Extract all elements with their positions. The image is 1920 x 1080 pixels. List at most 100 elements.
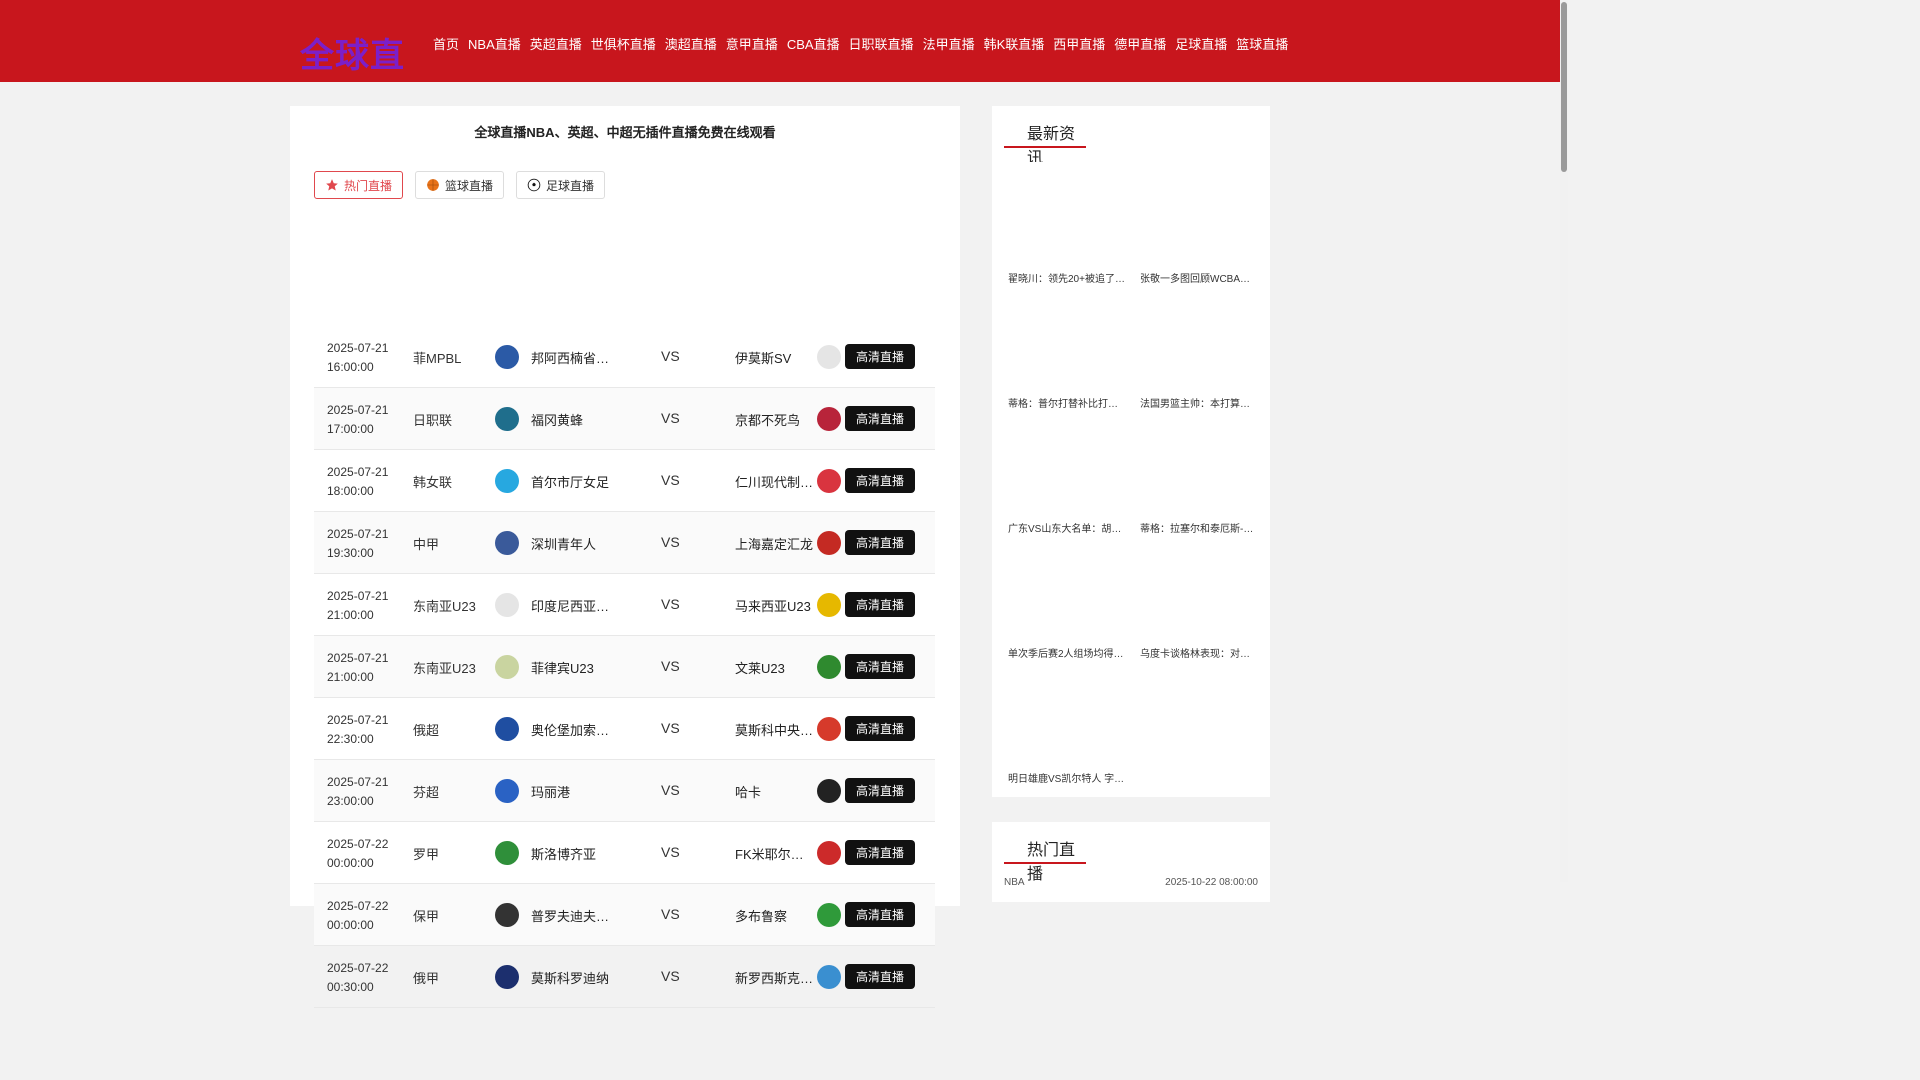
away-team-name[interactable]: 仁川现代制…: [735, 472, 815, 491]
hot-live-item[interactable]: NBA 2025-10-22 08:00:00: [1004, 877, 1258, 888]
match-row[interactable]: 2025-07-22 00:30:00 俄甲 莫斯科罗迪纳 VS 新罗西斯克… 高清直播: [314, 946, 935, 1008]
home-team-name[interactable]: 邦阿西楠省…: [531, 348, 611, 367]
home-team-name[interactable]: 斯洛博齐亚: [531, 844, 611, 863]
news-item[interactable]: 蒂格：普尔打替补比打首…: [1004, 287, 1126, 412]
away-team-name[interactable]: 上海嘉定汇龙: [735, 534, 815, 553]
home-team-name[interactable]: 玛丽港: [531, 782, 611, 801]
news-thumbnail[interactable]: [1136, 287, 1258, 391]
away-team-name[interactable]: 莫斯科中央…: [735, 720, 815, 739]
match-row[interactable]: 2025-07-21 17:00:00 日职联 福冈黄蜂 VS 京都不死鸟 高清直播: [314, 388, 935, 450]
site-logo[interactable]: 全球直: [300, 28, 405, 77]
watch-hd-button[interactable]: 高清直播: [845, 840, 915, 865]
news-item[interactable]: 广东VS山东大名单：胡明…: [1004, 412, 1126, 537]
news-title[interactable]: 蒂格：普尔打替补比打首…: [1008, 395, 1126, 410]
watch-hd-button[interactable]: 高清直播: [845, 778, 915, 803]
home-team-name[interactable]: 奥伦堡加索…: [531, 720, 611, 739]
tab-soccer[interactable]: 足球直播: [516, 171, 606, 199]
nav-link[interactable]: NBA直播: [468, 34, 521, 53]
match-row[interactable]: 2025-07-21 16:00:00 菲MPBL 邦阿西楠省… VS 伊莫斯SV 高清直播: [314, 326, 935, 388]
nav-link[interactable]: 足球直播: [1175, 34, 1227, 53]
watch-hd-button[interactable]: 高清直播: [845, 902, 915, 927]
news-thumbnail[interactable]: [1004, 287, 1126, 391]
nav-link[interactable]: 德甲直播: [1114, 34, 1166, 53]
home-team-name[interactable]: 印度尼西亚…: [531, 596, 611, 615]
page-scrollbar[interactable]: [1560, 0, 1568, 882]
nav-link[interactable]: CBA直播: [787, 34, 840, 53]
news-title[interactable]: 蒂格：拉塞尔和泰厄斯-琼…: [1140, 520, 1258, 535]
news-item[interactable]: 乌度卡谈格林表现：对自…: [1136, 537, 1258, 662]
match-row[interactable]: 2025-07-21 21:00:00 东南亚U23 印度尼西亚… VS 马来西亚U23 高…: [314, 574, 935, 636]
news-thumbnail[interactable]: [1136, 162, 1258, 266]
tab-basketball[interactable]: 篮球直播: [415, 171, 505, 199]
news-item[interactable]: 法国男篮主帅：本打算派…: [1136, 287, 1258, 412]
news-title[interactable]: 翟晓川：领先20+被追了…: [1008, 270, 1126, 285]
away-team-name[interactable]: 京都不死鸟: [735, 410, 815, 429]
watch-hd-button[interactable]: 高清直播: [845, 344, 915, 369]
away-team-name[interactable]: 哈卡: [735, 782, 815, 801]
league-name: 东南亚U23: [413, 599, 476, 614]
nav-link[interactable]: 意甲直播: [726, 34, 778, 53]
home-team-name[interactable]: 普罗夫迪夫…: [531, 906, 611, 925]
league-name: 罗甲: [413, 847, 440, 862]
league-name: 日职联: [413, 413, 453, 428]
news-thumbnail[interactable]: [1136, 412, 1258, 516]
away-team-logo-icon: [817, 841, 841, 865]
nav-link[interactable]: 英超直播: [530, 34, 582, 53]
nav-link[interactable]: 日职联直播: [849, 34, 914, 53]
away-team-name[interactable]: 多布鲁察: [735, 906, 815, 925]
nav-link[interactable]: 韩K联直播: [984, 34, 1045, 53]
match-clock: 00:00:00: [327, 856, 374, 870]
nav-link[interactable]: 澳超直播: [665, 34, 717, 53]
home-team-name[interactable]: 福冈黄蜂: [531, 410, 611, 429]
news-thumbnail[interactable]: [1004, 162, 1126, 266]
match-row[interactable]: 2025-07-21 19:30:00 中甲 深圳青年人 VS 上海嘉定汇龙 高清直播: [314, 512, 935, 574]
match-row[interactable]: 2025-07-22 00:00:00 罗甲 斯洛博齐亚 VS FK米耶尔库… 高清直播: [314, 822, 935, 884]
news-thumbnail[interactable]: [1004, 537, 1126, 641]
match-row[interactable]: 2025-07-21 23:00:00 芬超 玛丽港 VS 哈卡 高清直播: [314, 760, 935, 822]
watch-hd-button[interactable]: 高清直播: [845, 964, 915, 989]
news-item[interactable]: 张敬一多图回顾WCBA全…: [1136, 162, 1258, 287]
news-title[interactable]: 单次季后赛2人组场均得…: [1008, 645, 1126, 660]
news-thumbnail[interactable]: [1004, 662, 1126, 766]
news-title[interactable]: 法国男篮主帅：本打算派…: [1140, 395, 1258, 410]
nav-link[interactable]: 首页: [433, 34, 459, 53]
news-panel: 最新资讯 翟晓川：领先20+被追了… 张敬一多图回顾WCBA全… 蒂格：普尔打替补比…: [992, 106, 1270, 797]
news-title[interactable]: 张敬一多图回顾WCBA全…: [1140, 270, 1258, 285]
watch-hd-button[interactable]: 高清直播: [845, 654, 915, 679]
watch-hd-button[interactable]: 高清直播: [845, 468, 915, 493]
watch-hd-button[interactable]: 高清直播: [845, 716, 915, 741]
news-item[interactable]: 单次季后赛2人组场均得…: [1004, 537, 1126, 662]
away-team-name[interactable]: 新罗西斯克…: [735, 968, 815, 987]
nav-link[interactable]: 篮球直播: [1236, 34, 1288, 53]
match-row[interactable]: 2025-07-22 00:00:00 保甲 普罗夫迪夫… VS 多布鲁察 高清直播: [314, 884, 935, 946]
away-team-name[interactable]: 伊莫斯SV: [735, 348, 815, 367]
news-item[interactable]: 明日雄鹿VS凯尔特人 字…: [1004, 662, 1126, 787]
watch-hd-button[interactable]: 高清直播: [845, 406, 915, 431]
news-title[interactable]: 乌度卡谈格林表现：对自…: [1140, 645, 1258, 660]
home-team-name[interactable]: 莫斯科罗迪纳: [531, 968, 611, 987]
nav-link[interactable]: 世俱杯直播: [591, 34, 656, 53]
away-team-name[interactable]: 马来西亚U23: [735, 596, 815, 615]
news-item[interactable]: 蒂格：拉塞尔和泰厄斯-琼…: [1136, 412, 1258, 537]
news-thumbnail[interactable]: [1136, 537, 1258, 641]
news-item[interactable]: 翟晓川：领先20+被追了…: [1004, 162, 1126, 287]
vs-label: VS: [661, 782, 680, 798]
watch-hd-button[interactable]: 高清直播: [845, 592, 915, 617]
watch-hd-button[interactable]: 高清直播: [845, 530, 915, 555]
home-team-name[interactable]: 首尔市厅女足: [531, 472, 611, 491]
home-team-name[interactable]: 菲律宾U23: [531, 658, 611, 677]
news-title[interactable]: 明日雄鹿VS凯尔特人 字…: [1008, 770, 1126, 785]
nav-link[interactable]: 法甲直播: [923, 34, 975, 53]
match-row[interactable]: 2025-07-21 22:30:00 俄超 奥伦堡加索… VS 莫斯科中央… 高清直播: [314, 698, 935, 760]
home-team-name[interactable]: 深圳青年人: [531, 534, 611, 553]
tab-hot[interactable]: 热门直播: [314, 171, 404, 199]
news-title[interactable]: 广东VS山东大名单：胡明…: [1008, 520, 1126, 535]
news-thumbnail[interactable]: [1004, 412, 1126, 516]
away-team-name[interactable]: FK米耶尔库…: [735, 844, 815, 863]
nav-link[interactable]: 西甲直播: [1053, 34, 1105, 53]
vs-label: VS: [661, 410, 680, 426]
scrollbar-thumb[interactable]: [1561, 2, 1567, 172]
match-row[interactable]: 2025-07-21 18:00:00 韩女联 首尔市厅女足 VS 仁川现代制… 高清直播: [314, 450, 935, 512]
away-team-name[interactable]: 文莱U23: [735, 658, 815, 677]
match-row[interactable]: 2025-07-21 21:00:00 东南亚U23 菲律宾U23 VS 文莱U23 高清直…: [314, 636, 935, 698]
